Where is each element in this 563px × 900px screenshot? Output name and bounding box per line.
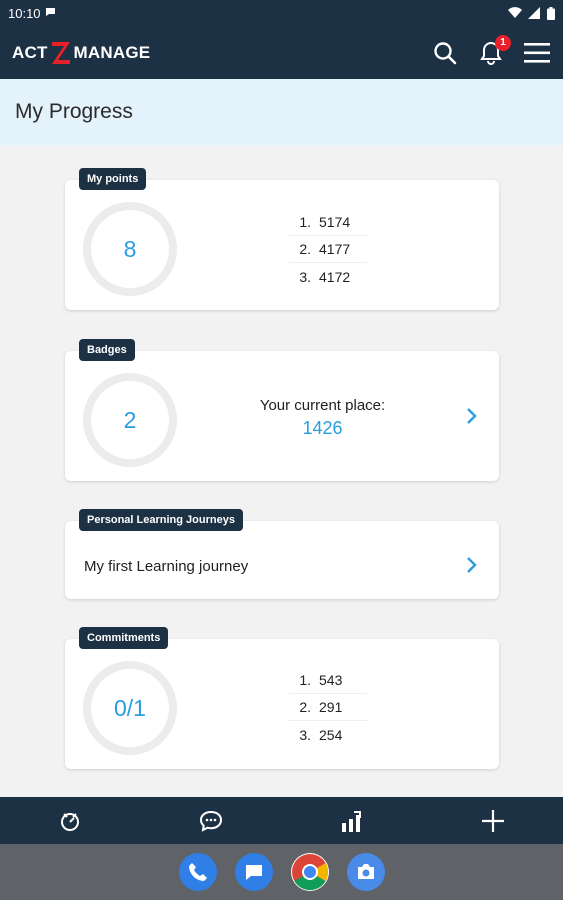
rank-number: 2. bbox=[299, 699, 311, 715]
camera-icon bbox=[357, 864, 374, 879]
bottom-nav bbox=[0, 797, 563, 844]
wifi-icon bbox=[508, 7, 522, 19]
rank-number: 3. bbox=[299, 268, 311, 285]
phone-icon bbox=[188, 863, 207, 881]
commitments-card-tag: Commitments bbox=[79, 627, 169, 649]
badges-card-tag: Badges bbox=[79, 339, 135, 361]
search-icon bbox=[434, 41, 457, 64]
current-place-value: 1426 bbox=[302, 418, 343, 438]
current-place: Your current place: 1426 bbox=[245, 397, 400, 439]
commitments-leaderboard: 1. 543 2. 291 3. 254 bbox=[289, 667, 367, 748]
commitments-value: 0/1 bbox=[114, 694, 146, 721]
points-ring: 8 bbox=[83, 202, 177, 296]
points-card-tag: My points bbox=[79, 168, 147, 190]
logo-text-left: ACT bbox=[12, 42, 48, 62]
leaderboard-row: 3. 254 bbox=[289, 721, 367, 748]
messages-app[interactable] bbox=[234, 853, 273, 891]
learning-journeys-card-tag: Personal Learning Journeys bbox=[79, 509, 243, 531]
learning-journeys-card[interactable]: Personal Learning Journeys My first Lear… bbox=[65, 509, 499, 599]
app-header: ACT MANAGE 1 bbox=[0, 26, 563, 79]
logo-text-right: MANAGE bbox=[73, 42, 151, 62]
leaderboard-row: 1. 5174 bbox=[289, 209, 367, 236]
logo-mark-icon bbox=[51, 41, 70, 64]
badges-value: 2 bbox=[123, 406, 137, 433]
rank-score: 5174 bbox=[319, 214, 351, 230]
points-value: 8 bbox=[123, 235, 137, 262]
rank-number: 1. bbox=[299, 214, 311, 230]
rank-number: 3. bbox=[299, 726, 311, 743]
journey-title: My first Learning journey bbox=[84, 558, 249, 575]
rank-score: 4172 bbox=[319, 268, 351, 285]
system-dock bbox=[0, 844, 563, 900]
points-leaderboard: 1. 5174 2. 4177 3. 4172 bbox=[289, 209, 367, 290]
hamburger-menu-icon bbox=[524, 42, 550, 63]
search-button[interactable] bbox=[431, 39, 459, 67]
battery-icon bbox=[547, 6, 555, 20]
rank-score: 4177 bbox=[319, 241, 351, 257]
points-card[interactable]: My points 8 1. 5174 2. 4177 3. 4172 bbox=[65, 168, 499, 310]
rank-score: 291 bbox=[319, 699, 343, 715]
nav-progress[interactable] bbox=[332, 801, 372, 841]
leaderboard-row: 2. 291 bbox=[289, 694, 367, 721]
current-place-label: Your current place: bbox=[259, 397, 386, 414]
chrome-app[interactable] bbox=[290, 853, 329, 891]
badges-ring: 2 bbox=[83, 373, 177, 467]
notification-dot-icon bbox=[45, 7, 56, 20]
badges-card[interactable]: Badges 2 Your current place: 1426 bbox=[65, 339, 499, 481]
header-actions: 1 bbox=[431, 34, 551, 67]
rank-score: 254 bbox=[319, 726, 343, 743]
dashboard-icon bbox=[61, 812, 80, 831]
nav-dashboard[interactable] bbox=[50, 801, 90, 841]
leaderboard-row: 2. 4177 bbox=[289, 236, 367, 263]
nav-chat[interactable] bbox=[191, 801, 231, 841]
status-time: 10:10 bbox=[8, 5, 41, 21]
notifications-button[interactable]: 1 bbox=[477, 34, 511, 67]
nav-add[interactable] bbox=[473, 801, 513, 841]
chevron-right-icon[interactable] bbox=[465, 406, 479, 426]
page-title-bar: My Progress bbox=[0, 79, 563, 145]
add-icon bbox=[481, 809, 504, 832]
chat-icon bbox=[200, 810, 223, 832]
chrome-icon bbox=[291, 854, 328, 890]
chevron-right-icon[interactable] bbox=[465, 555, 479, 575]
camera-app[interactable] bbox=[346, 853, 385, 891]
rank-score: 543 bbox=[319, 672, 343, 688]
leaderboard-row: 1. 543 bbox=[289, 667, 367, 694]
notification-count-badge: 1 bbox=[495, 34, 511, 51]
app-logo[interactable]: ACT MANAGE bbox=[12, 40, 150, 66]
commitments-ring: 0/1 bbox=[83, 661, 177, 755]
phone-app[interactable] bbox=[178, 853, 217, 891]
page-title: My Progress bbox=[15, 100, 133, 123]
rank-number: 1. bbox=[299, 672, 311, 688]
signal-icon bbox=[528, 7, 540, 19]
leaderboard-row: 3. 4172 bbox=[289, 263, 367, 290]
messages-icon bbox=[245, 865, 262, 880]
commitments-card[interactable]: Commitments 0/1 1. 543 2. 291 3. 254 bbox=[65, 627, 499, 769]
status-icons bbox=[508, 6, 555, 20]
progress-chart-icon bbox=[341, 810, 361, 832]
rank-number: 2. bbox=[299, 241, 311, 257]
menu-button[interactable] bbox=[523, 39, 551, 67]
status-bar: 10:10 bbox=[0, 0, 563, 26]
